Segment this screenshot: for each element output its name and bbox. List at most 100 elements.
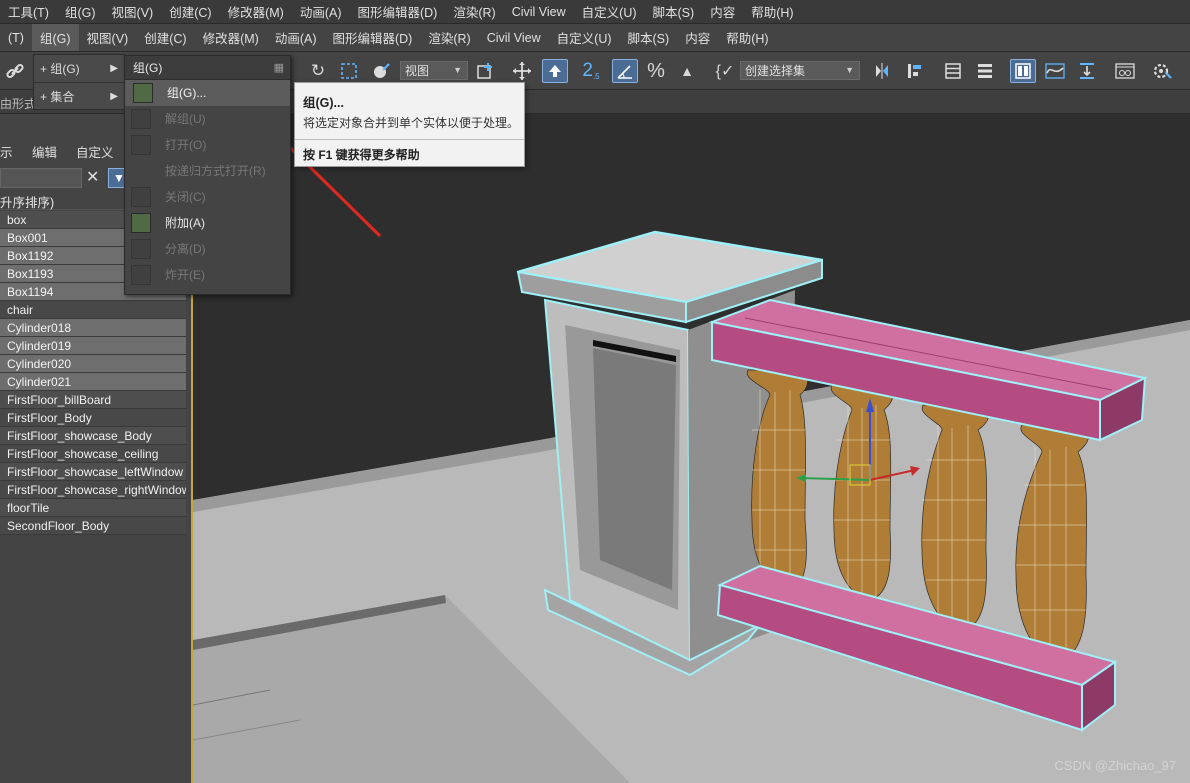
menu-main-item-3[interactable]: 创建(C)	[136, 24, 194, 51]
object-row[interactable]: chair	[0, 301, 186, 319]
menu-item-close-group[interactable]: 关闭(C)	[125, 184, 290, 210]
menu-main-item-0[interactable]: (T)	[0, 24, 32, 51]
submenu-group[interactable]: + 组(G) ▶	[34, 55, 124, 83]
move-icon[interactable]	[509, 59, 535, 83]
menu-main-item-4[interactable]: 修改器(M)	[195, 24, 267, 51]
menu-item-group[interactable]: 组(G)...	[125, 80, 290, 106]
angle-snap-icon[interactable]	[612, 59, 638, 83]
menu-top-item-8[interactable]: Civil View	[504, 0, 574, 23]
paint-selection-icon[interactable]	[368, 59, 394, 83]
object-row[interactable]: SecondFloor_Body	[0, 517, 186, 535]
select-object-icon[interactable]	[542, 59, 568, 83]
menu-main-item-11[interactable]: 内容	[677, 24, 718, 51]
object-row[interactable]: Cylinder020	[0, 355, 186, 373]
menu-item-none[interactable]: 按递归方式打开(R)	[125, 158, 290, 184]
menu-main-item-2[interactable]: 视图(V)	[79, 24, 137, 51]
viewport-perspective[interactable]	[193, 114, 1190, 783]
menu-top-item-1[interactable]: 组(G)	[57, 0, 104, 23]
view-dropdown[interactable]: 视图 ▼	[400, 61, 468, 80]
menu-top-item-0[interactable]: 工具(T)	[0, 0, 57, 23]
menu-main-item-9[interactable]: 自定义(U)	[549, 24, 620, 51]
menu-top-item-3[interactable]: 创建(C)	[161, 0, 219, 23]
menu-top-item-5[interactable]: 动画(A)	[292, 0, 350, 23]
grip-icon: ▦	[273, 62, 284, 74]
explorer-tab-display[interactable]: 示	[0, 142, 32, 164]
selection-set-dropdown[interactable]: 创建选择集 ▼	[740, 61, 860, 80]
menu-top-item-9[interactable]: 自定义(U)	[574, 0, 645, 23]
watermark: CSDN @Zhichao_97	[1054, 758, 1176, 773]
select-region-icon[interactable]	[336, 59, 362, 83]
object-row[interactable]: FirstFloor_showcase_leftWindow	[0, 463, 186, 481]
tooltip-description: 将选定对象合并到单个实体以便于处理。	[303, 116, 520, 130]
menu-item-detach[interactable]: 分离(D)	[125, 236, 290, 262]
group-submenu: + 组(G) ▶ + 集合 ▶	[33, 54, 125, 110]
link-icon[interactable]	[2, 59, 28, 83]
tooltip-divider	[295, 139, 524, 140]
align-icon[interactable]	[902, 59, 928, 83]
spinner-snap-icon[interactable]: ▲	[674, 59, 700, 83]
group-popup-menu: 组(G) ▦ 组(G)... 解组(U) 打开(O) 按递归方式打开(R) 关闭(C) 附加…	[124, 55, 291, 295]
menu-top-item-10[interactable]: 脚本(S)	[645, 0, 703, 23]
menu-top-item-2[interactable]: 视图(V)	[104, 0, 162, 23]
object-row[interactable]: FirstFloor_Body	[0, 409, 186, 427]
clear-search-icon[interactable]: ✕	[86, 167, 99, 187]
menu-main-item-8[interactable]: Civil View	[479, 24, 549, 51]
menu-item-open-group[interactable]: 打开(O)	[125, 132, 290, 158]
ungroup-icon	[131, 109, 151, 129]
object-row[interactable]: FirstFloor_showcase_rightWindow	[0, 481, 186, 499]
menu-item-label: 炸开(E)	[165, 268, 205, 282]
attach-icon	[131, 213, 151, 233]
tooltip-help: 按 F1 键获得更多帮助	[303, 148, 420, 162]
menu-item-explode[interactable]: 炸开(E)	[125, 262, 290, 288]
menu-top-item-6[interactable]: 图形编辑器(D)	[349, 0, 445, 23]
add-icon[interactable]	[472, 59, 498, 83]
explorer-tab-edit[interactable]: 编辑	[32, 142, 76, 164]
mirror-icon[interactable]	[869, 59, 895, 83]
menu-bar-main: (T) 组(G) 视图(V) 创建(C) 修改器(M) 动画(A) 图形编辑器(D) 渲染(R…	[0, 24, 1190, 52]
object-row[interactable]: Cylinder018	[0, 319, 186, 337]
menu-main-item-6[interactable]: 图形编辑器(D)	[324, 24, 420, 51]
menu-item-label: 附加(A)	[165, 216, 205, 230]
layer-list-icon[interactable]	[940, 59, 966, 83]
group-icon	[133, 83, 153, 103]
material-editor-icon[interactable]	[1112, 59, 1138, 83]
menu-main-item-1[interactable]: 组(G)	[31, 24, 79, 51]
menu-top-item-12[interactable]: 帮助(H)	[743, 0, 801, 23]
menu-item-ungroup[interactable]: 解组(U)	[125, 106, 290, 132]
menu-main-item-7[interactable]: 渲染(R)	[420, 24, 478, 51]
detach-icon	[131, 239, 151, 259]
explorer-tabs: 示 编辑 自定义	[0, 142, 136, 164]
undo-redo-icon[interactable]: ↻	[305, 59, 331, 83]
menu-top-item-7[interactable]: 渲染(R)	[445, 0, 503, 23]
explode-icon	[131, 265, 151, 285]
render-setup-icon[interactable]	[1150, 59, 1176, 83]
menu-main-item-10[interactable]: 脚本(S)	[620, 24, 678, 51]
menu-item-label: 按递归方式打开(R)	[165, 164, 266, 178]
object-row[interactable]: Cylinder019	[0, 337, 186, 355]
menu-top-item-11[interactable]: 内容	[702, 0, 743, 23]
menu-item-label: 组(G)...	[167, 86, 207, 100]
popup-header: 组(G) ▦	[125, 56, 290, 80]
menu-main-item-5[interactable]: 动画(A)	[267, 24, 325, 51]
snap-icon[interactable]: 2.5	[578, 59, 604, 83]
menu-item-label: 解组(U)	[165, 112, 206, 126]
menu-top-item-4[interactable]: 修改器(M)	[220, 0, 292, 23]
object-row[interactable]: FirstFloor_showcase_Body	[0, 427, 186, 445]
close-group-icon	[131, 187, 151, 207]
curve-editor-icon[interactable]	[1042, 59, 1068, 83]
toggle-panel-icon[interactable]	[1010, 59, 1036, 83]
object-row[interactable]: floorTile	[0, 499, 186, 517]
object-row[interactable]: FirstFloor_billBoard	[0, 391, 186, 409]
object-row[interactable]: Cylinder021	[0, 373, 186, 391]
menu-item-attach[interactable]: 附加(A)	[125, 210, 290, 236]
menu-main-item-12[interactable]: 帮助(H)	[718, 24, 776, 51]
scene-render	[193, 114, 1190, 783]
named-selection-icon[interactable]: {✓	[712, 59, 738, 83]
layers-icon[interactable]	[972, 59, 998, 83]
submenu-collection[interactable]: + 集合 ▶	[34, 83, 124, 111]
menu-item-label: 打开(O)	[165, 138, 207, 152]
object-row[interactable]: FirstFloor_showcase_ceiling	[0, 445, 186, 463]
percent-snap-icon[interactable]: %	[643, 59, 669, 83]
search-input[interactable]	[0, 168, 82, 188]
schematic-icon[interactable]	[1074, 59, 1100, 83]
